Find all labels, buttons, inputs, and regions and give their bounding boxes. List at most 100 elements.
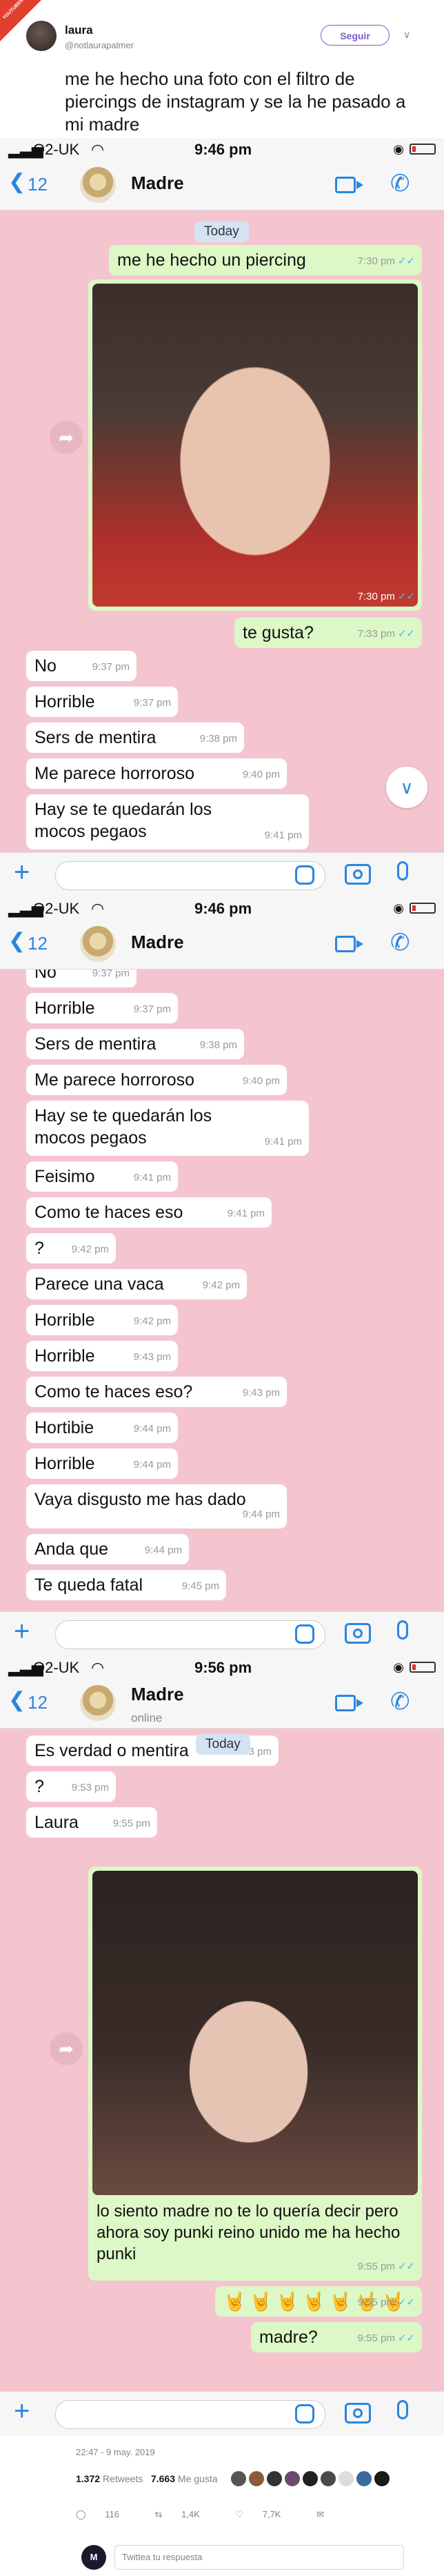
user-name[interactable]: laura [65,23,93,37]
message-in[interactable]: Te queda fatal 9:45 pm [26,1570,226,1600]
message-in[interactable]: Hortibie 9:44 pm [26,1413,178,1443]
message-in[interactable]: Vaya disgusto me has dado 9:44 pm [26,1484,287,1528]
plus-icon[interactable]: + [14,1616,30,1647]
reply-input[interactable]: Twittea tu respuesta [114,2545,404,2570]
phone-icon[interactable]: ✆ [390,1688,410,1715]
message-in[interactable]: Horrible 9:37 pm [26,993,178,1023]
phone-icon[interactable]: ✆ [390,929,410,956]
liker-avatar[interactable] [320,2470,336,2487]
unread-count[interactable]: 12 [28,174,48,195]
retweets-label[interactable]: Retweets [103,2473,143,2484]
video-call-icon[interactable] [335,1695,363,1711]
message-in[interactable]: No 9:37 pm [26,970,137,987]
unread-count[interactable]: 12 [28,1692,48,1713]
plus-icon[interactable]: + [14,2396,30,2427]
liker-avatar[interactable] [356,2470,372,2487]
message-text: Sers de mentira [34,728,157,747]
back-icon[interactable]: ❮ [8,1688,26,1712]
video-call-icon[interactable] [335,177,363,193]
contact-avatar[interactable] [80,167,116,203]
chevron-down-icon[interactable]: ∨ [403,29,410,41]
back-icon[interactable]: ❮ [8,929,26,953]
likes-count[interactable]: 7.663 [151,2473,175,2484]
message-out[interactable]: 🤘🤘🤘🤘🤘🤘🤘 9:55 pm ✓✓ [215,2286,422,2317]
message-action[interactable]: ✉ [316,2509,341,2519]
chat-area[interactable]: Today me he hecho un piercing 7:30 pm ✓✓ … [0,210,444,852]
contact-name[interactable]: Madre [131,932,184,953]
message-in[interactable]: Horrible 9:44 pm [26,1448,178,1479]
photo-message[interactable]: 7:30 pm ✓✓ [88,279,422,611]
forward-icon[interactable]: ➦ [50,2032,83,2065]
microphone-icon[interactable] [397,861,408,881]
follow-button[interactable]: Seguir [321,25,390,46]
liker-avatar[interactable] [266,2470,283,2487]
message-in[interactable]: Sers de mentira 9:38 pm [26,722,244,753]
message-in[interactable]: No 9:37 pm [26,651,137,681]
message-out[interactable]: te gusta? 7:33 pm ✓✓ [234,618,422,648]
message-out[interactable]: madre? 9:55 pm ✓✓ [251,2322,422,2352]
message-input[interactable] [55,861,325,890]
forward-icon[interactable]: ➦ [50,421,83,454]
contact-name[interactable]: Madre [131,173,184,194]
liker-avatar[interactable] [302,2470,319,2487]
message-in[interactable]: ? 9:42 pm [26,1233,116,1264]
message-in[interactable]: Horrible 9:37 pm [26,687,178,717]
liker-avatar[interactable] [248,2470,265,2487]
avatar[interactable] [26,21,57,51]
user-handle[interactable]: @notlaurapalmer [65,40,134,50]
microphone-icon[interactable] [397,2400,408,2419]
mail-icon: ✉ [316,2509,325,2519]
message-in[interactable]: Horrible 9:43 pm [26,1341,178,1371]
liker-avatar[interactable] [374,2470,390,2487]
retweets-count[interactable]: 1.372 [76,2473,100,2484]
message-in[interactable]: Feisimo 9:41 pm [26,1161,178,1192]
liker-avatar[interactable] [284,2470,301,2487]
phone-icon[interactable]: ✆ [390,170,410,197]
punk-photo[interactable] [92,1871,418,2195]
message-time: 9:44 pm [144,1544,182,1556]
camera-icon[interactable] [345,864,371,885]
liker-avatar[interactable] [230,2470,247,2487]
message-in[interactable]: Me parece horroroso 9:40 pm [26,758,287,789]
sticker-icon[interactable] [295,1624,314,1644]
message-in[interactable]: Hay se te quedarán los mocos pegaos 9:41 … [26,1101,309,1156]
message-in[interactable]: Sers de mentira 9:38 pm [26,1029,244,1059]
camera-icon[interactable] [345,2403,371,2423]
message-in[interactable]: Laura 9:55 pm [26,1807,157,1838]
liker-avatar[interactable] [338,2470,354,2487]
retweet-action[interactable]: ⇆ 1,4K [155,2509,216,2519]
unread-count[interactable]: 12 [28,933,48,954]
reply-action[interactable]: ◯ 116 [76,2509,136,2519]
message-time: 9:55 pm [357,2297,395,2308]
message-in[interactable]: Me parece horroroso 9:40 pm [26,1065,287,1095]
chat-area[interactable]: Es verdad o mentira 9:53 pm Today ? 9:53 p… [0,1729,444,2391]
microphone-icon[interactable] [397,1620,408,1640]
message-in[interactable]: Anda que 9:44 pm [26,1534,189,1564]
like-action[interactable]: ♡ 7,7K [235,2509,297,2519]
chat-area[interactable]: No 9:37 pm Horrible 9:37 pm Sers de mentir… [0,970,444,1611]
video-call-icon[interactable] [335,936,363,952]
photo-message[interactable]: lo siento madre no te lo quería decir pe… [88,1867,422,2281]
contact-name[interactable]: Madre [131,1684,184,1705]
message-input[interactable] [55,1620,325,1649]
message-in[interactable]: Como te haces eso 9:41 pm [26,1197,272,1228]
tweet-date[interactable]: 22:47 - 9 may. 2019 [76,2447,155,2457]
message-in[interactable]: ? 9:53 pm [26,1771,116,1802]
sticker-icon[interactable] [295,865,314,885]
camera-icon[interactable] [345,1623,371,1644]
message-text: Horrible [34,1346,95,1366]
selfie-photo[interactable] [92,284,418,607]
sticker-icon[interactable] [295,2404,314,2423]
contact-avatar[interactable] [80,1685,116,1721]
message-out[interactable]: me he hecho un piercing 7:30 pm ✓✓ [109,245,422,275]
message-in[interactable]: Parece una vaca 9:42 pm [26,1269,247,1299]
back-icon[interactable]: ❮ [8,170,26,194]
message-in[interactable]: Horrible 9:42 pm [26,1305,178,1335]
scroll-down-icon[interactable]: ∨ [386,767,427,808]
likes-label[interactable]: Me gusta [178,2473,218,2484]
message-in[interactable]: Hay se te quedarán los mocos pegaos 9:41… [26,794,309,849]
message-in[interactable]: Como te haces eso? 9:43 pm [26,1377,287,1407]
contact-avatar[interactable] [80,926,116,962]
message-input[interactable] [55,2400,325,2429]
plus-icon[interactable]: + [14,857,30,888]
